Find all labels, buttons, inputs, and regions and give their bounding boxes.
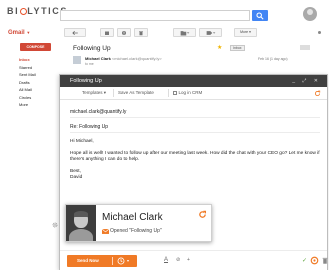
star-icon[interactable]: ★ <box>217 44 222 51</box>
contact-name: Michael Clark <box>102 212 163 223</box>
tracking-icon[interactable] <box>310 256 319 265</box>
move-to-button[interactable] <box>173 28 196 37</box>
window-controls[interactable]: _ ⤢ ✕ <box>292 78 321 84</box>
message-body[interactable]: Hi Michael, Hope all is well! I wanted t… <box>70 139 322 187</box>
body-signature: David <box>70 174 83 180</box>
logo: BI LYTICS <box>7 6 68 16</box>
sender-email: <michael.clark@quantify.ly> <box>111 56 162 61</box>
sender-line: Michael Clark <michael.clark@quantify.ly… <box>85 56 162 61</box>
back-button[interactable] <box>64 28 86 37</box>
sidebar-item-drafts[interactable]: Drafts <box>18 79 60 87</box>
arrow-left-icon <box>72 30 78 35</box>
more-label: More <box>240 30 249 34</box>
search-button[interactable] <box>252 10 268 21</box>
compose-title: Following Up <box>70 78 102 84</box>
compose-tools: Templates ▾ Save As Template Log in CRM <box>60 87 327 100</box>
more-button[interactable]: More ▾ <box>234 28 257 37</box>
attach-icon[interactable]: ⊘ <box>176 257 180 263</box>
account-avatar[interactable] <box>303 7 317 21</box>
send-divider <box>112 257 113 265</box>
save-template-button[interactable]: Save As Template <box>113 89 158 97</box>
label-icon <box>206 30 215 35</box>
archive-button[interactable] <box>100 28 114 37</box>
discard-icon[interactable] <box>322 257 328 264</box>
track-check-icon[interactable]: ✓ <box>302 257 307 264</box>
compose-title-bar[interactable]: Following Up _ ⤢ ✕ <box>60 75 327 87</box>
body-paragraph: Hope all is well! I wanted to follow up … <box>70 150 320 162</box>
sidebar-item-inbox[interactable]: Inbox <box>18 56 60 64</box>
subject-field[interactable]: Re: Following Up <box>70 122 320 133</box>
trash-icon <box>139 30 143 35</box>
contact-photo <box>66 205 96 241</box>
to-field[interactable]: michael.clark@quantify.ly <box>70 107 320 118</box>
report-spam-button[interactable] <box>117 28 131 37</box>
chevron-down-icon: ▼ <box>26 30 31 35</box>
refresh-icon[interactable] <box>314 90 321 97</box>
sidebar-item-starred[interactable]: Starred <box>18 64 60 72</box>
envelope-icon <box>102 228 109 234</box>
sidebar-nav: Inbox Starred Sent Mail Drafts All Mail … <box>18 56 60 109</box>
sidebar-item-more[interactable]: More <box>18 101 60 109</box>
gear-icon[interactable] <box>52 222 58 228</box>
tracking-card[interactable]: Michael Clark Opened "Following Up" <box>65 204 212 242</box>
folder-icon <box>180 30 189 35</box>
send-now-button[interactable]: Send Now ▾ <box>67 255 137 267</box>
inbox-label-badge[interactable]: Inbox <box>230 45 245 51</box>
body-signoff: Best, <box>70 168 81 174</box>
open-status: Opened "Following Up" <box>110 228 162 234</box>
thread-subject: Following Up <box>73 45 111 52</box>
gmail-menu[interactable]: Gmail ▼ <box>8 30 30 36</box>
search-input[interactable] <box>60 10 250 21</box>
logo-text-start: BI <box>7 6 20 16</box>
sidebar-item-sent-mail[interactable]: Sent Mail <box>18 71 60 79</box>
compose-button[interactable]: COMPOSE <box>20 43 51 51</box>
labels-button[interactable] <box>199 28 222 37</box>
archive-icon <box>105 31 109 35</box>
settings-dot-icon[interactable] <box>318 31 321 34</box>
delete-button[interactable] <box>134 28 148 37</box>
sender-name[interactable]: Michael Clark <box>85 56 111 61</box>
search-icon <box>256 11 264 20</box>
logo-o-icon <box>19 7 27 15</box>
checkbox-icon <box>173 90 177 95</box>
send-label: Send Now <box>77 258 99 263</box>
templates-button[interactable]: Templates ▾ <box>78 89 110 97</box>
recipient-line[interactable]: to me <box>85 62 94 66</box>
spam-icon <box>122 30 126 35</box>
print-icon[interactable] <box>300 45 310 50</box>
format-text-icon[interactable]: A <box>164 257 168 263</box>
sender-avatar <box>73 56 81 64</box>
body-greeting: Hi Michael, <box>70 139 94 144</box>
chevron-down-icon[interactable]: ▾ <box>127 258 129 263</box>
gmail-label: Gmail <box>8 30 25 36</box>
log-crm-toggle[interactable]: Log in CRM <box>168 89 206 97</box>
thread-date: Feb 16 (1 day ago) <box>258 57 288 61</box>
mail-toolbar: More ▾ <box>64 28 324 38</box>
compose-bottom-bar: Send Now ▾ A ⊘ + ✓ <box>60 250 328 270</box>
sidebar-item-all-mail[interactable]: All Mail <box>18 86 60 94</box>
brand-bar: BI LYTICS <box>0 0 329 22</box>
save-template-label: Save As Template <box>118 90 154 95</box>
templates-label: Templates <box>82 90 103 95</box>
sidebar-item-circles[interactable]: Circles <box>18 94 60 102</box>
clock-icon[interactable] <box>117 257 125 265</box>
insert-link-icon[interactable]: + <box>187 257 190 263</box>
refresh-icon[interactable] <box>198 210 207 219</box>
log-crm-label: Log in CRM <box>178 90 203 95</box>
